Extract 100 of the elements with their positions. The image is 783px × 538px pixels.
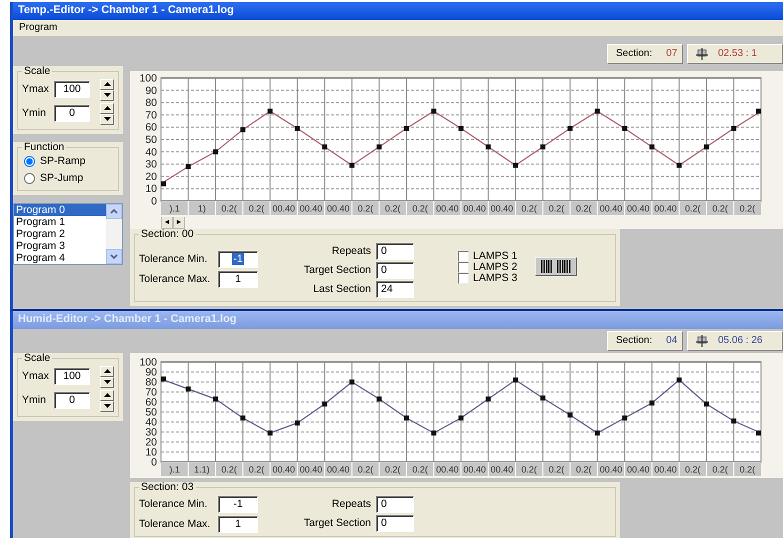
x-axis-label: 00.40 (436, 204, 459, 214)
field-label: Tolerance Max. (139, 518, 212, 530)
spin-down-button[interactable] (100, 114, 114, 125)
x-axis-label: 0.2( (358, 204, 374, 214)
x-axis-label: 1) (198, 204, 206, 214)
field-label: Repeats (330, 498, 371, 510)
checkbox[interactable] (458, 272, 469, 284)
x-axis-label: 00.40 (490, 204, 514, 214)
scroll-up-button[interactable] (106, 204, 122, 220)
data-point (294, 420, 300, 426)
x-axis-label: 0.2( (221, 204, 237, 214)
number-field[interactable]: 0 (376, 496, 414, 513)
down-arrow-icon (104, 117, 110, 122)
data-point (240, 127, 246, 132)
data-point (268, 430, 273, 436)
y-axis-label: 70 (145, 386, 157, 398)
spin-up-button[interactable] (100, 366, 114, 377)
number-field[interactable]: 0 (376, 514, 414, 532)
y-axis-label: 0 (151, 456, 157, 468)
number-field[interactable]: 0 (54, 392, 90, 410)
x-axis-label: 00.40 (654, 464, 677, 474)
x-axis-label: 0.2( (740, 204, 756, 214)
spin-down-button[interactable] (100, 376, 114, 388)
section-value: 04 (666, 335, 678, 347)
section-value: 07 (666, 48, 678, 60)
chevron-up-icon (110, 209, 118, 214)
field-label: Ymax (22, 83, 50, 96)
spin-up-button[interactable] (100, 78, 114, 90)
field-label: Ymax (22, 370, 50, 383)
x-axis-label: 00.40 (600, 204, 622, 214)
y-axis-label: 20 (145, 170, 157, 183)
list-item[interactable]: Program 1 (14, 216, 106, 228)
data-point (649, 400, 654, 406)
number-field[interactable]: 100 (54, 81, 90, 98)
data-point (404, 416, 409, 420)
spin-down-button[interactable] (100, 90, 114, 101)
y-axis-label: 100 (139, 356, 157, 368)
up-arrow-icon (104, 393, 110, 398)
checkbox-label: LAMPS 3 (473, 272, 518, 284)
checkbox[interactable] (458, 250, 469, 262)
data-point (486, 396, 491, 402)
data-point (622, 126, 628, 131)
checkbox-label: LAMPS 1 (473, 250, 518, 262)
number-field[interactable]: 1 (218, 270, 258, 288)
menu-item[interactable]: Program (17, 22, 60, 34)
barcode-icon (541, 260, 572, 273)
checkbox-label: LAMPS 2 (473, 260, 518, 274)
list-item[interactable]: Program 3 (14, 240, 106, 252)
list-item[interactable]: Program 4 (14, 252, 106, 264)
chevron-down-icon (110, 254, 118, 260)
section-label: Section: (616, 48, 652, 60)
down-arrow-icon (104, 404, 110, 408)
spin-up-button[interactable] (100, 102, 114, 114)
number-field[interactable]: 0 (376, 242, 414, 260)
data-point (513, 378, 518, 382)
number-field[interactable]: -1 (218, 250, 258, 268)
x-axis-label: 00.40 (627, 464, 650, 474)
data-point (161, 181, 166, 186)
field-label: Tolerance Min. (139, 252, 208, 266)
radio-button[interactable] (24, 173, 35, 184)
y-axis-label: 10 (145, 183, 157, 196)
checkbox[interactable] (458, 262, 469, 273)
number-field[interactable]: 24 (376, 280, 414, 298)
data-point (622, 416, 628, 420)
barcode-button[interactable] (535, 256, 578, 276)
field-label: Target Section (302, 516, 371, 530)
window-title: Humid-Editor -> Chamber 1 - Camera1.log (18, 313, 237, 327)
data-point (431, 108, 436, 114)
x-axis-label: 00.40 (300, 464, 322, 474)
number-field[interactable]: 0 (376, 262, 414, 279)
data-point (268, 108, 273, 114)
x-axis-label: 0.2( (576, 204, 592, 214)
x-axis-label: 00.40 (300, 204, 322, 214)
field-label: Ymin (22, 394, 47, 407)
x-axis-label: 0.2( (548, 204, 564, 214)
x-axis-label: ).1 (169, 204, 180, 214)
spin-down-button[interactable] (100, 400, 114, 412)
data-point (349, 162, 354, 168)
number-field[interactable]: 100 (54, 368, 90, 386)
number-field[interactable]: -1 (218, 496, 258, 513)
x-axis-label: 0.2( (248, 464, 264, 474)
data-point (513, 162, 518, 168)
number-field[interactable]: 1 (218, 516, 258, 533)
data-point (756, 430, 761, 436)
scroll-down-button[interactable] (106, 249, 122, 264)
down-arrow-icon (104, 380, 110, 384)
list-item[interactable]: Program 0 (14, 204, 106, 216)
data-point (322, 402, 328, 406)
spin-up-button[interactable] (100, 390, 114, 401)
y-axis-label: 30 (145, 158, 157, 171)
x-axis-label: 0.2( (521, 204, 537, 214)
group-title: Scale (23, 353, 52, 365)
group-title: Function (23, 142, 66, 154)
data-point (161, 376, 166, 382)
radio-button[interactable] (24, 156, 35, 168)
list-item[interactable]: Program 2 (14, 228, 106, 240)
y-axis-label: 60 (145, 396, 157, 408)
number-field[interactable]: 0 (54, 105, 90, 122)
x-axis-label: 0.2( (221, 464, 237, 474)
data-point (568, 126, 573, 131)
